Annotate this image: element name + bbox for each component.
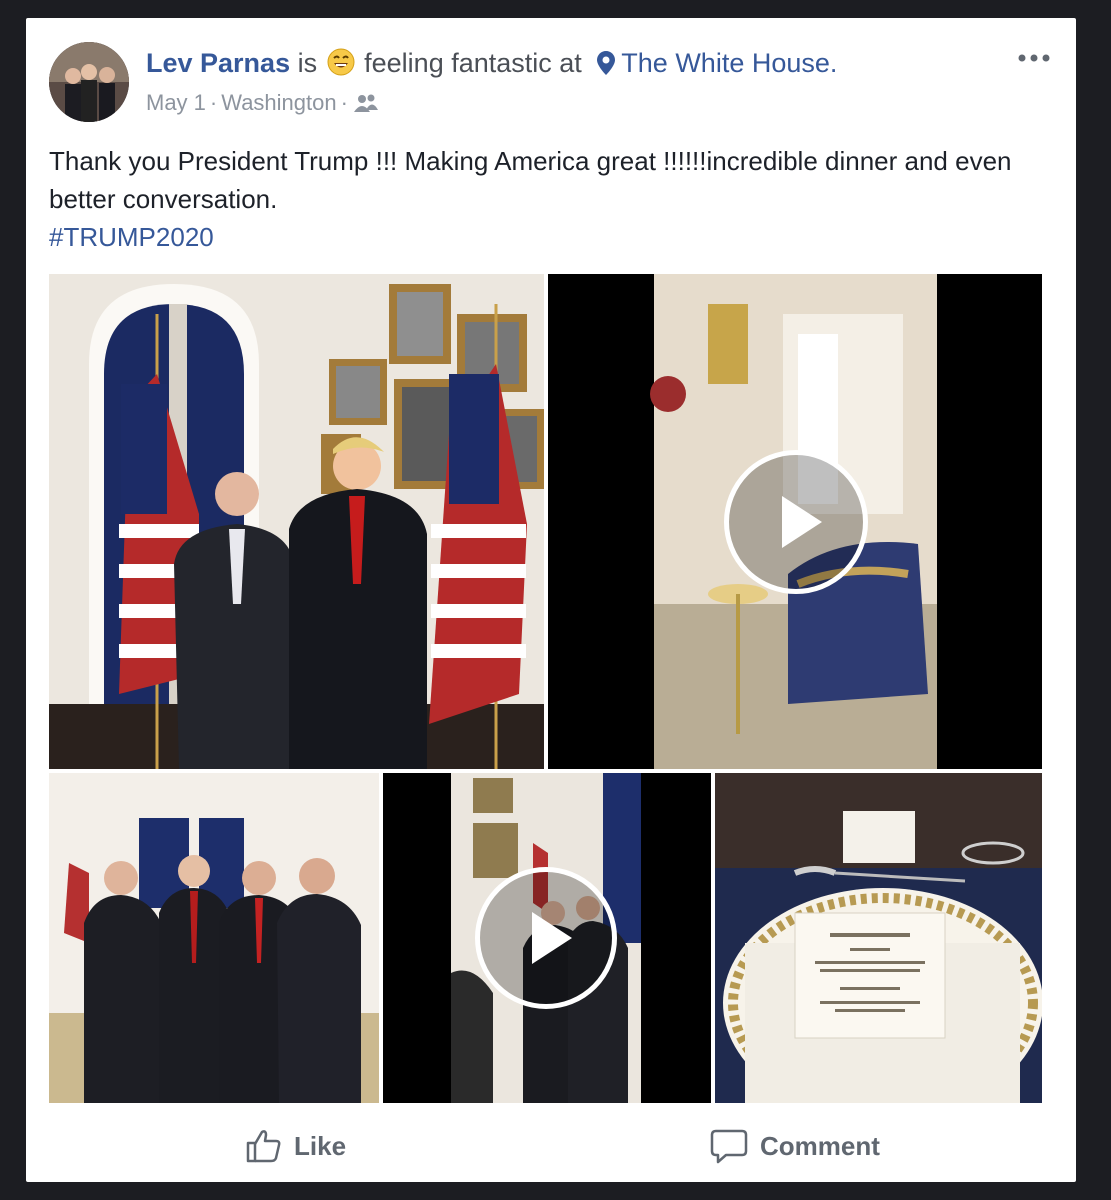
- post-actions: Like Comment: [26, 1118, 1076, 1178]
- photo-2[interactable]: [49, 773, 379, 1103]
- feeling-text: feeling fantastic at: [364, 48, 582, 78]
- thumbs-up-icon: [246, 1130, 281, 1163]
- more-options-icon[interactable]: [1014, 46, 1054, 70]
- photo-3[interactable]: [715, 773, 1042, 1103]
- comment-label: Comment: [760, 1130, 880, 1161]
- author-name[interactable]: Lev Parnas: [146, 48, 290, 78]
- post-date[interactable]: May 1: [146, 90, 206, 115]
- grinning-face-icon: [327, 48, 355, 83]
- post-text: Thank you President Trump !!! Making Ame…: [49, 146, 1012, 214]
- video-play-icon[interactable]: [475, 867, 617, 1009]
- video-1[interactable]: [548, 274, 1042, 769]
- comment-button[interactable]: Comment: [710, 1126, 880, 1166]
- hashtag-link[interactable]: #TRUMP2020: [49, 218, 1039, 256]
- post-city[interactable]: Washington: [221, 90, 336, 115]
- like-label: Like: [294, 1130, 347, 1161]
- photo-1[interactable]: [49, 274, 544, 769]
- facebook-post-card: Lev Parnas is feeling fantastic at The W…: [26, 18, 1076, 1182]
- friends-icon[interactable]: [353, 93, 378, 119]
- video-2[interactable]: [383, 773, 711, 1103]
- avatar[interactable]: [49, 42, 129, 122]
- verb-text: is: [297, 48, 318, 78]
- video-play-icon[interactable]: [724, 450, 868, 594]
- location-link[interactable]: The White House.: [621, 48, 837, 78]
- post-body: Thank you President Trump !!! Making Ame…: [49, 142, 1039, 256]
- like-button[interactable]: Like: [244, 1126, 346, 1166]
- location-pin-icon: [597, 51, 616, 82]
- post-header: Lev Parnas is feeling fantastic at The W…: [146, 48, 837, 83]
- comment-icon: [710, 1129, 748, 1164]
- post-meta: May 1 · Washington ·: [146, 90, 378, 119]
